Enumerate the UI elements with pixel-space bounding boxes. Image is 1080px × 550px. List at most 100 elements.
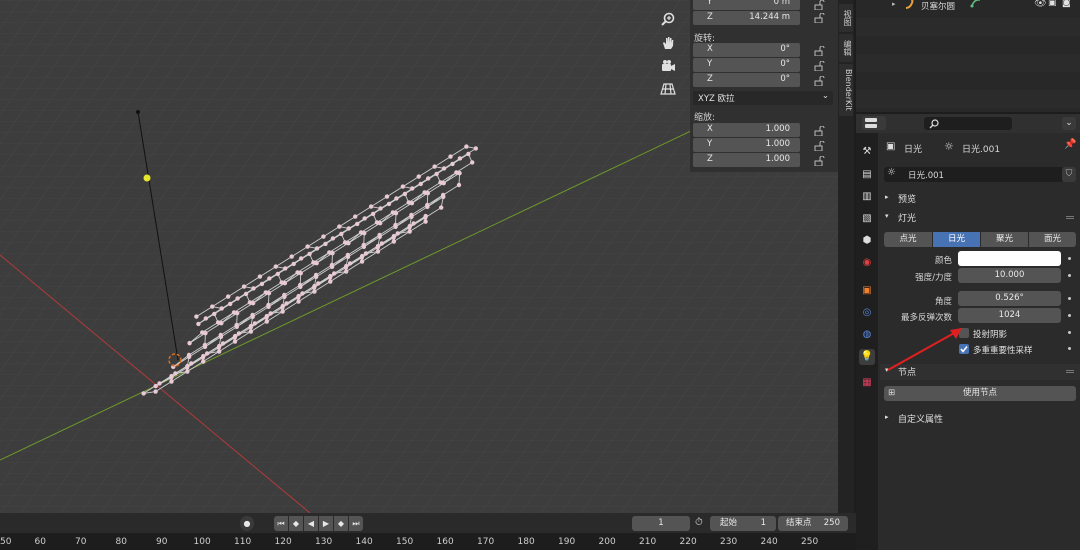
field-value: 1.000 (765, 139, 790, 149)
rotation-x-field[interactable]: X 0° (693, 43, 800, 57)
atom (305, 244, 310, 249)
rotation-z-field[interactable]: Z 0° (693, 73, 800, 87)
drag-grip-icon[interactable] (1066, 216, 1074, 219)
render-tab-icon[interactable]: ▤ (859, 167, 875, 183)
lock-icon[interactable] (814, 46, 825, 56)
perspective-grid-icon[interactable] (659, 81, 677, 99)
atom (232, 339, 238, 344)
properties-tabs: ⚒ ▤ ▥ ▧ ⬢ ◉ ▣ ◎ ◍ 💡 ▦ (856, 133, 878, 550)
atom (257, 274, 263, 279)
timeline-ruler[interactable]: 50 60 70 80 90 100 110 120 130 140 150 160 170 180 190… (0, 533, 856, 550)
atom (298, 256, 304, 261)
object-tab-icon[interactable]: ▣ (859, 283, 875, 299)
lock-icon[interactable] (814, 61, 825, 71)
world-tab-icon[interactable]: ◉ (859, 255, 875, 271)
start-frame-field[interactable]: 起始 1 (710, 516, 776, 531)
output-tab-icon[interactable]: ▥ (859, 189, 875, 205)
jump-start-icon[interactable]: ⏮ (274, 516, 288, 531)
atom (202, 342, 208, 348)
lock-icon[interactable] (814, 13, 825, 23)
pin-icon[interactable]: 📌 (1064, 139, 1076, 150)
current-frame-field[interactable]: 1 (632, 516, 690, 531)
camera-icon[interactable] (659, 58, 677, 76)
keyframe-dot-icon[interactable] (1068, 314, 1071, 317)
fake-user-shield-icon[interactable]: ⛉ (1062, 167, 1076, 182)
next-keyframe-icon[interactable]: ◆ (334, 516, 348, 531)
pan-hand-icon[interactable] (659, 35, 677, 53)
section-custom-properties[interactable]: ▸ 自定义属性 (880, 411, 1080, 427)
zoom-icon[interactable] (659, 11, 677, 29)
light-data-tab-icon[interactable]: 💡 (859, 349, 875, 365)
play-icon[interactable]: ▶ (319, 516, 333, 531)
tool-tab-icon[interactable]: ⚒ (859, 144, 875, 160)
outliner-row[interactable]: ▸ 贝塞尔圆 👁 ▣ ◙ (856, 0, 1080, 18)
light-handle (143, 174, 151, 182)
keyframe-dot-icon[interactable] (1068, 274, 1071, 277)
location-z-field[interactable]: Z 14.244 m (693, 11, 800, 25)
atom (210, 304, 215, 309)
outliner-row (856, 72, 1080, 90)
view-layer-tab-icon[interactable]: ▧ (859, 211, 875, 227)
atom (216, 349, 222, 354)
render-camera-icon[interactable]: ◙ (1062, 0, 1071, 8)
location-y-field[interactable]: Y 0 m (693, 0, 800, 10)
use-nodes-button[interactable]: ⊞ 使用节点 (884, 386, 1076, 401)
options-dropdown-icon[interactable]: ⌄ (1062, 117, 1076, 130)
texture-tab-icon[interactable]: ▦ (859, 375, 875, 391)
atom (200, 355, 206, 360)
scale-x-field[interactable]: X 1.000 (693, 123, 800, 137)
scale-y-field[interactable]: Y 1.000 (693, 138, 800, 152)
keyframe-dot-icon[interactable] (1068, 257, 1071, 260)
atom (241, 284, 247, 289)
tab-edit[interactable]: 编辑 (839, 34, 853, 62)
section-preview[interactable]: ▸ 预览 (880, 191, 1080, 207)
keyframe-dot-icon[interactable] (1068, 331, 1071, 334)
atom (423, 219, 428, 224)
angle-field[interactable]: 0.526° (958, 291, 1061, 306)
lock-icon[interactable] (814, 141, 825, 151)
atom (409, 212, 414, 218)
lock-icon[interactable] (814, 0, 825, 10)
stopwatch-icon[interactable]: ⏱ (695, 517, 703, 528)
play-reverse-icon[interactable]: ◀ (304, 516, 318, 531)
light-type-area[interactable]: 面光 (1029, 232, 1076, 247)
atom (407, 225, 412, 230)
atom (247, 300, 253, 305)
lock-icon[interactable] (814, 156, 825, 166)
light-type-sun[interactable]: 日光 (933, 232, 980, 247)
prev-keyframe-icon[interactable]: ◆ (289, 516, 303, 531)
monitor-icon[interactable]: ▣ (1048, 0, 1057, 8)
keyframe-dot-icon[interactable] (1068, 347, 1071, 350)
light-type-spot[interactable]: 聚光 (981, 232, 1028, 247)
atom (264, 319, 269, 324)
jump-end-icon[interactable]: ⏭ (349, 516, 363, 531)
eye-icon[interactable]: 👁 (1034, 0, 1047, 9)
atom (196, 321, 201, 327)
rotation-mode-select[interactable]: XYZ 欧拉 ⌄ (693, 91, 833, 105)
light-type-point[interactable]: 点光 (884, 232, 932, 247)
strength-field[interactable]: 10.000 (958, 268, 1061, 283)
section-light[interactable]: ▾ 灯光 (880, 210, 1080, 226)
scene-tab-icon[interactable]: ⬢ (859, 233, 875, 249)
atom (275, 271, 281, 277)
tab-view[interactable]: 视图 (839, 4, 853, 32)
atom (296, 299, 301, 304)
color-label: 颜色 (934, 256, 952, 266)
editor-type-button[interactable] (862, 116, 886, 130)
search-input[interactable] (924, 117, 1012, 130)
physics-tab-icon[interactable]: ◎ (859, 305, 875, 321)
lock-icon[interactable] (814, 76, 825, 86)
keyframe-dot-icon[interactable] (1068, 297, 1071, 300)
constraints-tab-icon[interactable]: ◍ (859, 327, 875, 343)
datablock-selector[interactable]: ☼ 日光.001 (884, 167, 1064, 182)
tab-blenderkit[interactable]: BlenderKit (839, 64, 853, 116)
lock-icon[interactable] (814, 126, 825, 136)
scale-z-field[interactable]: Z 1.000 (693, 153, 800, 167)
record-button[interactable]: ● (240, 516, 254, 531)
color-swatch[interactable] (958, 251, 1061, 266)
rotation-y-field[interactable]: Y 0° (693, 58, 800, 72)
drag-grip-icon[interactable] (1066, 370, 1074, 373)
end-frame-field[interactable]: 结束点 250 (778, 516, 848, 531)
expand-arrow-icon[interactable]: ▸ (892, 0, 896, 8)
max-bounces-field[interactable]: 1024 (958, 308, 1061, 323)
